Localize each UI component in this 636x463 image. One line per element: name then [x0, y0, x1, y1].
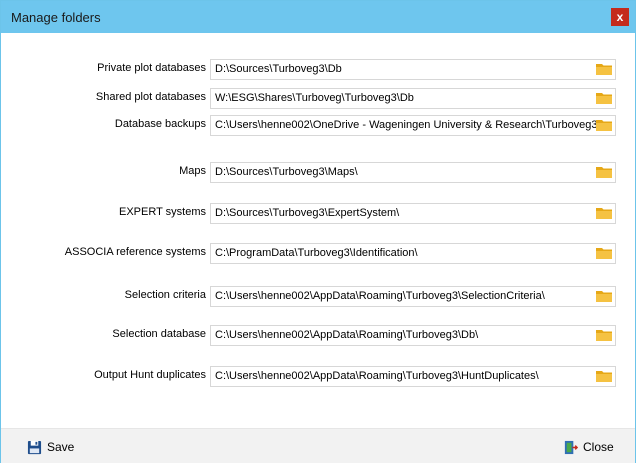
- field-value[interactable]: C:\Users\henne002\OneDrive - Wageningen …: [215, 119, 598, 131]
- field-label: Shared plot databases: [95, 91, 206, 103]
- field-value[interactable]: D:\Sources\Turboveg3\Maps\: [215, 166, 358, 178]
- folder-icon[interactable]: [596, 247, 612, 259]
- window-title: Manage folders: [11, 10, 101, 25]
- private-plot-databases-input[interactable]: D:\Sources\Turboveg3\Db: [210, 59, 616, 80]
- field-value[interactable]: D:\Sources\Turboveg3\ExpertSystem\: [215, 207, 399, 219]
- row-output-hunt-duplicates: Output Hunt duplicates C:\Users\henne002…: [1, 366, 635, 387]
- field-label: Database backups: [114, 118, 206, 130]
- expert-systems-input[interactable]: D:\Sources\Turboveg3\ExpertSystem\: [210, 203, 616, 224]
- field-value[interactable]: C:\Users\henne002\AppData\Roaming\Turbov…: [215, 329, 478, 341]
- row-selection-database: Selection database C:\Users\henne002\App…: [1, 325, 635, 346]
- row-maps: Maps D:\Sources\Turboveg3\Maps\: [1, 162, 635, 183]
- folder-icon[interactable]: [596, 63, 612, 75]
- selection-criteria-input[interactable]: C:\Users\henne002\AppData\Roaming\Turbov…: [210, 286, 616, 307]
- row-shared-plot-databases: Shared plot databases W:\ESG\Shares\Turb…: [1, 88, 635, 109]
- folder-icon[interactable]: [596, 329, 612, 341]
- exit-door-icon: [564, 440, 578, 454]
- field-label: EXPERT systems: [118, 206, 206, 218]
- field-value[interactable]: C:\ProgramData\Turboveg3\Identification\: [215, 247, 418, 259]
- field-value[interactable]: C:\Users\henne002\AppData\Roaming\Turbov…: [215, 290, 545, 302]
- floppy-disk-icon: [27, 440, 42, 454]
- save-button[interactable]: Save: [27, 438, 74, 456]
- associa-reference-systems-input[interactable]: C:\ProgramData\Turboveg3\Identification\: [210, 243, 616, 264]
- folder-icon[interactable]: [596, 92, 612, 104]
- field-value[interactable]: C:\Users\henne002\AppData\Roaming\Turbov…: [215, 370, 539, 382]
- field-value[interactable]: D:\Sources\Turboveg3\Db: [215, 63, 342, 75]
- field-label: Maps: [179, 165, 206, 177]
- maps-input[interactable]: D:\Sources\Turboveg3\Maps\: [210, 162, 616, 183]
- close-window-button[interactable]: x: [611, 8, 629, 26]
- title-bar[interactable]: Manage folders x: [1, 1, 635, 33]
- row-expert-systems: EXPERT systems D:\Sources\Turboveg3\Expe…: [1, 203, 635, 224]
- selection-database-input[interactable]: C:\Users\henne002\AppData\Roaming\Turbov…: [210, 325, 616, 346]
- field-value[interactable]: W:\ESG\Shares\Turboveg\Turboveg3\Db: [215, 92, 414, 104]
- folder-icon[interactable]: [596, 119, 612, 131]
- save-label: Save: [47, 440, 75, 454]
- folder-icon[interactable]: [596, 290, 612, 302]
- folder-icon[interactable]: [596, 166, 612, 178]
- database-backups-input[interactable]: C:\Users\henne002\OneDrive - Wageningen …: [210, 115, 616, 136]
- field-label: Private plot databases: [97, 62, 206, 74]
- output-hunt-duplicates-input[interactable]: C:\Users\henne002\AppData\Roaming\Turbov…: [210, 366, 616, 387]
- close-label: Close: [583, 440, 614, 454]
- folders-form: Private plot databases D:\Sources\Turbov…: [1, 33, 635, 428]
- field-label: ASSOCIA reference systems: [64, 246, 206, 258]
- row-selection-criteria: Selection criteria C:\Users\henne002\App…: [1, 286, 635, 307]
- field-label: Selection criteria: [124, 289, 206, 301]
- folder-icon[interactable]: [596, 370, 612, 382]
- manage-folders-window: Manage folders x Private plot databases …: [0, 0, 636, 463]
- row-database-backups: Database backups C:\Users\henne002\OneDr…: [1, 115, 635, 136]
- row-associa-reference-systems: ASSOCIA reference systems C:\ProgramData…: [1, 243, 635, 264]
- shared-plot-databases-input[interactable]: W:\ESG\Shares\Turboveg\Turboveg3\Db: [210, 88, 616, 109]
- footer-bar: Save Close: [1, 428, 635, 463]
- row-private-plot-databases: Private plot databases D:\Sources\Turbov…: [1, 59, 635, 80]
- folder-icon[interactable]: [596, 207, 612, 219]
- field-label: Output Hunt duplicates: [94, 369, 206, 381]
- close-button[interactable]: Close: [563, 438, 614, 456]
- field-label: Selection database: [112, 328, 206, 340]
